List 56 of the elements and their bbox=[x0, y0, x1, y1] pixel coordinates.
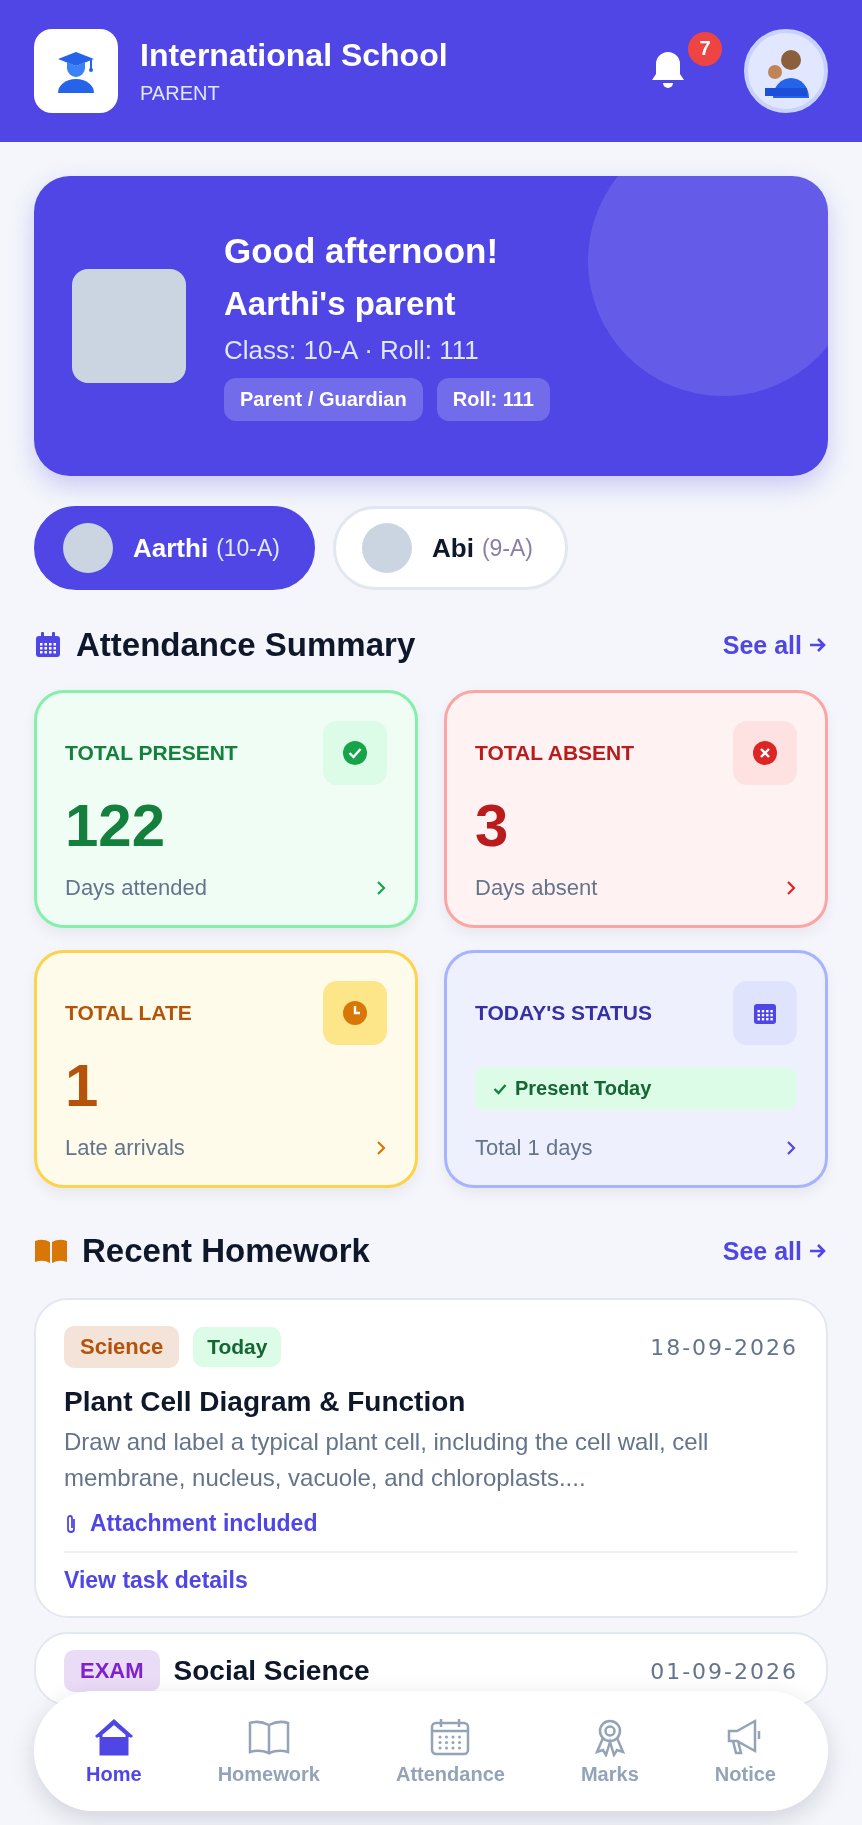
nav-tab[interactable]: Home bbox=[80, 1712, 148, 1790]
school-logo-icon bbox=[34, 29, 118, 113]
attendance-stat-card[interactable]: TODAY'S STATUS Present Today Total 1 days bbox=[444, 950, 828, 1188]
student-details: Class: 10-A · Roll: 111 bbox=[224, 335, 480, 366]
homework-date: 01-09-2026 bbox=[650, 1658, 798, 1684]
homework-description: Draw and label a typical plant cell, including the cell wall, cell membrane, nucleus, vacuole, and chloroplasts.... bbox=[64, 1427, 710, 1493]
arrow-right-icon bbox=[808, 1242, 828, 1260]
stat-caption: Total 1 days bbox=[475, 1135, 593, 1161]
school-name: International School bbox=[140, 37, 449, 74]
attendance-stat-card[interactable]: TOTAL LATE 1 Late arrivals bbox=[34, 950, 418, 1188]
calendar-icon bbox=[34, 631, 62, 659]
subject-tag: EXAM bbox=[64, 1650, 160, 1692]
subject-tag: Science bbox=[64, 1326, 180, 1368]
greeting-title: Good afternoon! bbox=[224, 231, 500, 271]
calendar-icon bbox=[733, 981, 797, 1045]
see-all-link[interactable]: See all bbox=[722, 630, 828, 660]
stat-caption: Days attended bbox=[65, 875, 207, 901]
clock-icon bbox=[323, 981, 387, 1045]
homework-title: Plant Cell Diagram & Function bbox=[64, 1386, 467, 1418]
stat-value: 3 bbox=[475, 791, 510, 860]
chevron-right-icon bbox=[785, 1139, 797, 1157]
child-selector-chip[interactable]: Aarthi (10-A) bbox=[34, 506, 316, 590]
book-icon bbox=[34, 1238, 68, 1264]
view-details-link[interactable]: View task details bbox=[64, 1567, 248, 1594]
attachment-label: Attachment included bbox=[90, 1510, 318, 1537]
stat-value: 122 bbox=[65, 791, 167, 860]
attendance-stat-card[interactable]: TOTAL PRESENT 122 Days attended bbox=[34, 690, 418, 928]
arrow-right-icon bbox=[808, 636, 828, 654]
stat-caption: Late arrivals bbox=[65, 1135, 185, 1161]
chevron-right-icon bbox=[785, 879, 797, 897]
due-tag: Today bbox=[193, 1327, 282, 1367]
homework-date: 18-09-2026 bbox=[650, 1334, 798, 1360]
homework-card[interactable] bbox=[34, 1298, 828, 1618]
profile-tag: Parent / Guardian bbox=[224, 378, 423, 421]
attendance-stat-card[interactable]: TOTAL ABSENT 3 Days absent bbox=[444, 690, 828, 928]
section-title: Recent Homework bbox=[82, 1232, 371, 1270]
profile-tag: Roll: 111 bbox=[436, 378, 550, 421]
status-badge: Present Today bbox=[475, 1067, 797, 1110]
stat-caption: Days absent bbox=[475, 875, 598, 901]
notification-count-badge: 7 bbox=[688, 31, 722, 66]
stat-label: TOTAL LATE bbox=[65, 1001, 192, 1025]
stat-label: TODAY'S STATUS bbox=[475, 1001, 652, 1025]
child-avatar-placeholder bbox=[362, 523, 413, 573]
paperclip-icon bbox=[64, 1512, 78, 1535]
child-selector-chip[interactable]: Abi (9-A) bbox=[333, 506, 569, 590]
chevron-right-icon bbox=[375, 1139, 387, 1157]
stat-value: 1 bbox=[65, 1051, 100, 1120]
stat-label: TOTAL PRESENT bbox=[65, 741, 238, 765]
see-all-link[interactable]: See all bbox=[722, 1236, 828, 1266]
parent-name: Aarthi's parent bbox=[224, 285, 457, 323]
homework-title: Social Science bbox=[173, 1655, 370, 1687]
user-role: PARENT bbox=[140, 82, 221, 105]
child-avatar-placeholder bbox=[63, 523, 113, 573]
section-title: Attendance Summary bbox=[76, 626, 417, 664]
chevron-right-icon bbox=[375, 879, 387, 897]
stat-label: TOTAL ABSENT bbox=[475, 741, 635, 765]
